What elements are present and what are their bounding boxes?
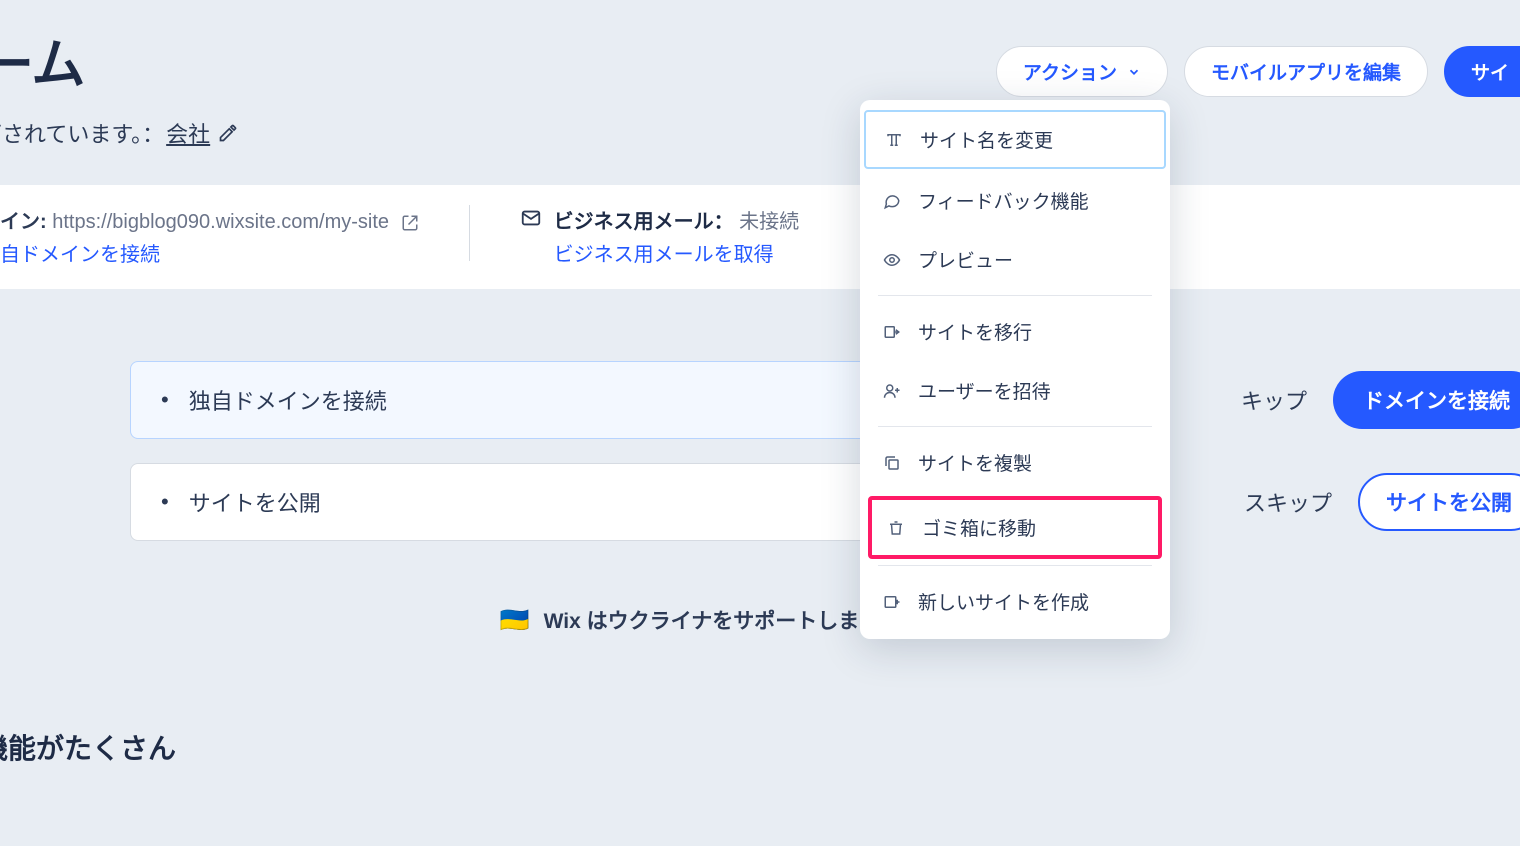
bullet-icon: • (161, 489, 169, 515)
setup-item-label: 独自ドメインを接続 (189, 384, 387, 416)
dropdown-item-label: プレビュー (918, 246, 1013, 273)
dropdown-item-invite-users[interactable]: ユーザーを招待 (860, 361, 1170, 420)
domain-url: https://bigblog090.wixsite.com/my-site (52, 211, 389, 233)
ukraine-text: Wix はウクライナをサポートします (544, 605, 881, 635)
bullet-icon: • (161, 387, 169, 413)
separator (878, 565, 1152, 566)
domain-label: メイン: (0, 211, 47, 233)
separator (878, 426, 1152, 427)
dropdown-item-label: 新しいサイトを作成 (918, 588, 1089, 615)
chat-icon (882, 192, 902, 210)
dropdown-item-label: ゴミ箱に移動 (922, 514, 1036, 541)
business-mail-label: ビジネス用メール： (554, 211, 734, 233)
get-business-mail-link[interactable]: ビジネス用メールを取得 (554, 238, 800, 267)
connect-domain-link[interactable]: 独自ドメインを接続 (0, 238, 419, 267)
publish-site-button[interactable]: サイトを公開 (1358, 473, 1520, 531)
new-site-icon (882, 593, 902, 611)
action-dropdown: サイト名を変更 フィードバック機能 プレビュー サイトを移行 ユーザーを招待 サ… (860, 100, 1170, 639)
dropdown-item-label: サイトを複製 (918, 449, 1032, 476)
transfer-icon (882, 323, 902, 341)
external-link-icon[interactable] (401, 214, 419, 232)
separator (878, 295, 1152, 296)
ukraine-banner: 🇺🇦 Wix はウクライナをサポートします 支援サイト › (0, 605, 1520, 635)
business-mail-status: 未接続 (739, 211, 799, 233)
dropdown-item-label: サイトを移行 (918, 318, 1032, 345)
bottom-heading-fragment: 機能がたくさん (0, 727, 1520, 767)
subtitle-link[interactable]: 会社 (166, 117, 210, 149)
edit-mobile-app-button[interactable]: モバイルアプリを編集 (1184, 46, 1428, 97)
subtitle-prefix: ズされています。： (0, 117, 164, 149)
action-button[interactable]: アクション (996, 46, 1168, 97)
dropdown-item-rename-site[interactable]: サイト名を変更 (864, 110, 1166, 169)
dropdown-item-label: フィードバック機能 (918, 187, 1089, 214)
text-icon (884, 131, 904, 149)
info-bar: メイン: https://bigblog090.wixsite.com/my-s… (0, 185, 1520, 289)
dropdown-item-label: ユーザーを招待 (918, 377, 1051, 404)
eye-icon (882, 251, 902, 269)
divider (469, 205, 470, 261)
mail-icon (520, 207, 542, 267)
dropdown-item-label: サイト名を変更 (920, 126, 1053, 153)
dropdown-item-move-to-trash[interactable]: ゴミ箱に移動 (868, 496, 1162, 559)
site-button-fragment[interactable]: サイ (1444, 46, 1520, 97)
ukraine-flag-icon: 🇺🇦 (500, 606, 530, 635)
connect-domain-button[interactable]: ドメインを接続 (1333, 371, 1520, 429)
action-button-label: アクション (1023, 58, 1117, 85)
duplicate-icon (882, 454, 902, 472)
dropdown-item-preview[interactable]: プレビュー (860, 230, 1170, 289)
chevron-down-icon (1127, 65, 1141, 79)
dropdown-item-feedback[interactable]: フィードバック機能 (860, 171, 1170, 230)
dropdown-item-create-new-site[interactable]: 新しいサイトを作成 (860, 572, 1170, 631)
edit-icon[interactable] (218, 123, 238, 143)
user-plus-icon (882, 382, 902, 400)
skip-link[interactable]: スキップ (1244, 486, 1332, 518)
dropdown-item-duplicate-site[interactable]: サイトを複製 (860, 433, 1170, 492)
skip-link[interactable]: キップ (1241, 384, 1307, 416)
trash-icon (886, 519, 906, 537)
dropdown-item-transfer-site[interactable]: サイトを移行 (860, 302, 1170, 361)
setup-item-label: サイトを公開 (189, 486, 321, 518)
